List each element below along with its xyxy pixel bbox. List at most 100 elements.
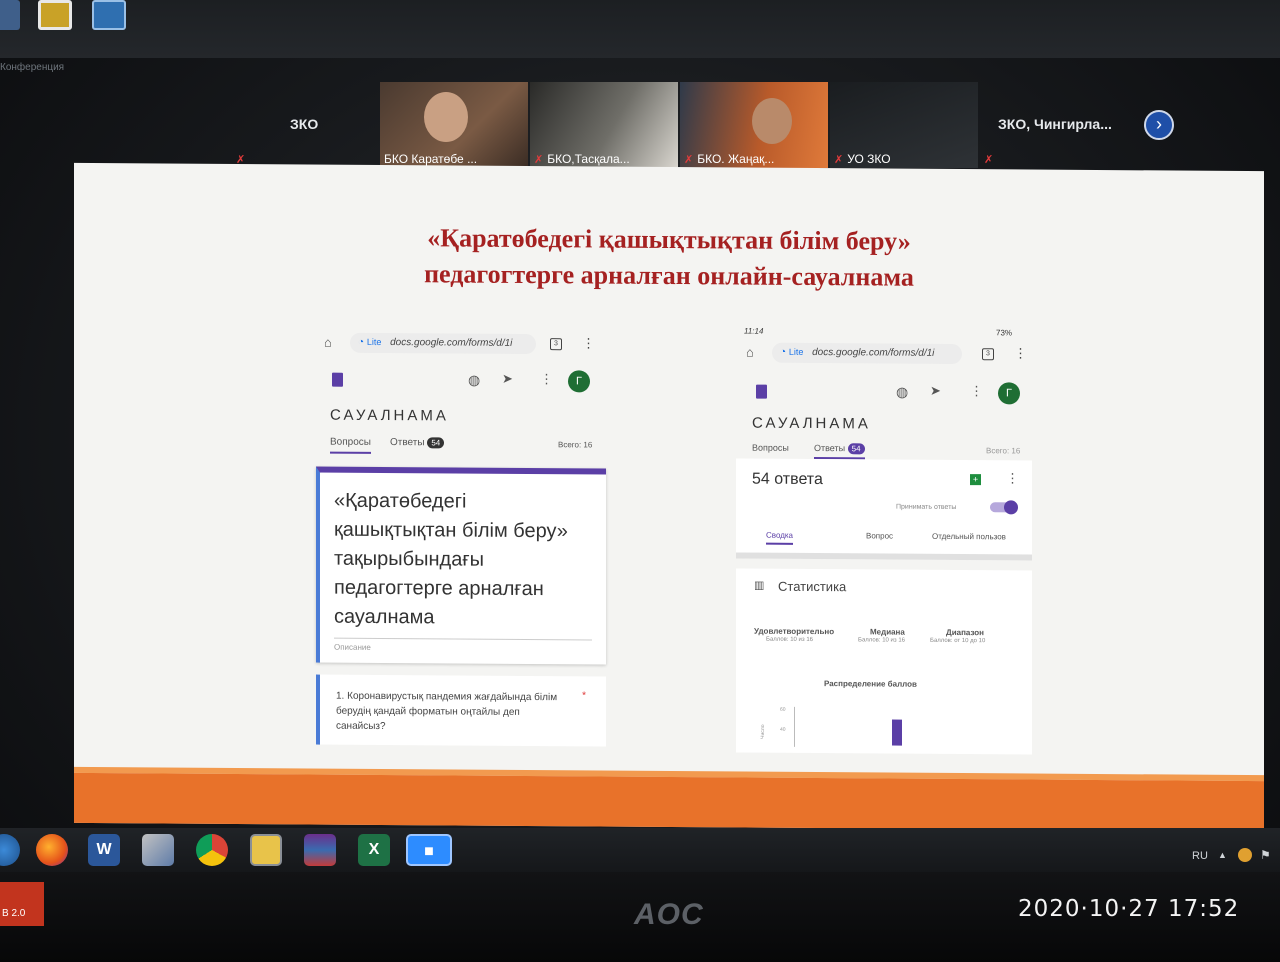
accept-responses-toggle[interactable] <box>990 500 1018 515</box>
stat-median-label: Медиана <box>870 627 905 637</box>
forms-icon <box>332 372 343 387</box>
chrome-icon[interactable] <box>196 834 228 866</box>
more-vert-icon[interactable]: ⋮ <box>1014 345 1027 361</box>
tray-expand-icon[interactable]: ▲ <box>1218 850 1227 860</box>
conference-window-label: Конференция <box>0 62 65 73</box>
palette-icon[interactable]: ◍ <box>468 372 480 389</box>
video-face <box>424 92 468 142</box>
mic-muted-icon: ✗ <box>834 154 844 166</box>
winrar-icon[interactable] <box>304 834 336 866</box>
answers-badge: 54 <box>427 437 445 449</box>
form-title: САУАЛНАМА <box>752 414 871 433</box>
chart-icon: ▥ <box>754 579 765 592</box>
participant-tile[interactable]: ✗ УО ЗКО <box>830 82 978 168</box>
axis-tick: 60 <box>780 706 786 713</box>
form-header-card[interactable]: «Қаратөбедегі қашықтықтан білім беру» та… <box>316 466 606 665</box>
status-time: 11:14 <box>744 326 764 336</box>
participant-tile[interactable]: ✗ БКО,Тасқала... <box>530 82 678 168</box>
lite-label: Lite <box>788 346 804 357</box>
tab-answers-label: Ответы <box>390 437 425 449</box>
subtab-question[interactable]: Вопрос <box>866 531 893 540</box>
distribution-title: Распределение баллов <box>824 679 917 689</box>
answers-badge: 54 <box>847 443 865 455</box>
send-icon[interactable]: ➤ <box>502 371 513 387</box>
tab-count-icon[interactable]: 3 <box>982 348 994 361</box>
excel-icon[interactable]: X <box>358 834 390 866</box>
participant-tile[interactable]: БКО Каратөбе ... <box>380 82 528 168</box>
responses-card: 54 ответа + ⋮ Принимать ответы Сводка Во… <box>736 458 1032 561</box>
tab-questions[interactable]: Вопросы <box>330 436 371 454</box>
desktop-top-strip <box>0 0 1280 58</box>
accept-responses-label: Принимать ответы <box>896 503 957 512</box>
tray-flag-icon[interactable]: ⚑ <box>1260 848 1271 862</box>
mic-muted-icon: ✗ <box>984 154 994 166</box>
form-title: САУАЛНАМА <box>330 406 449 425</box>
next-participants-button[interactable]: › <box>1144 110 1174 140</box>
forms-icon <box>756 384 767 399</box>
url-text: docs.google.com/forms/d/1i <box>390 337 513 349</box>
required-mark: * <box>582 690 586 702</box>
video-face <box>752 98 792 144</box>
shared-slide: «Қаратөбедегі қашықтықтан білім беру» пе… <box>74 162 1264 832</box>
participant-name: БКО Каратөбе ... <box>384 152 478 166</box>
subtab-individual[interactable]: Отдельный пользов <box>932 532 1006 542</box>
palette-icon[interactable]: ◍ <box>896 384 908 401</box>
chevron-right-icon: › <box>1156 114 1162 134</box>
tray-app-icon[interactable] <box>1238 848 1252 862</box>
sheets-icon[interactable]: + <box>970 474 981 486</box>
desktop-icon-2[interactable] <box>38 0 72 30</box>
participant-name: ЗКО, Чингирла... <box>998 116 1112 132</box>
more-vert-icon[interactable]: ⋮ <box>540 371 553 387</box>
more-vert-icon[interactable]: ⋮ <box>970 383 983 399</box>
file-explorer-icon[interactable] <box>250 834 282 866</box>
participant-tile[interactable]: ЗКО ✗ <box>210 82 378 168</box>
more-vert-icon[interactable]: ⋮ <box>1006 470 1019 486</box>
tab-questions[interactable]: Вопросы <box>752 443 789 453</box>
tab-answers[interactable]: Ответы 54 <box>390 437 445 449</box>
subtab-summary[interactable]: Сводка <box>766 530 794 545</box>
tab-answers[interactable]: Ответы 54 <box>814 443 865 460</box>
description-placeholder[interactable]: Описание <box>334 643 592 654</box>
question-text: 1. Коронавирустық пандемия жағдайында бі… <box>336 690 558 733</box>
participant-tile[interactable]: ✗ БКО. Жаңақ... <box>680 82 828 168</box>
avatar[interactable]: Г <box>998 382 1020 405</box>
tab-count-icon[interactable]: 3 <box>550 338 562 351</box>
participant-tile[interactable]: ЗКО, Чингирла... ✗ <box>980 82 1130 168</box>
address-bar[interactable]: ◔ Lite docs.google.com/forms/d/1i <box>772 342 962 365</box>
responses-count: 54 ответа <box>752 470 823 489</box>
address-bar[interactable]: ◔ Lite docs.google.com/forms/d/1i <box>350 332 536 355</box>
total-score: Всего: 16 <box>986 446 1021 456</box>
windows-start-icon[interactable] <box>0 834 20 866</box>
language-indicator[interactable]: RU <box>1192 850 1208 862</box>
stat-range-value: Баллов: от 10 до 10 <box>930 637 986 645</box>
chart-bar <box>892 719 902 746</box>
slide-title-line1: «Қаратөбедегі қашықтықтан білім беру» <box>427 223 911 256</box>
more-vert-icon[interactable]: ⋮ <box>582 335 595 351</box>
chart-y-axis <box>794 706 795 747</box>
statistics-title: Статистика <box>778 578 847 595</box>
lite-icon: ◔ <box>780 346 787 358</box>
participant-name: БКО,Тасқала... <box>547 152 630 166</box>
url-text: docs.google.com/forms/d/1i <box>812 346 935 359</box>
send-icon[interactable]: ➤ <box>930 383 941 399</box>
stat-satisfactory-value: Баллов: 10 из 16 <box>766 636 813 644</box>
photo-of-monitor: Конференция ЗКО ✗ БКО Каратөбе ... ✗ БКО,… <box>0 0 1280 962</box>
firefox-icon[interactable] <box>36 834 68 866</box>
zoom-icon[interactable]: ■ <box>406 834 452 866</box>
lite-label: Lite <box>366 336 382 347</box>
desktop-icon-1[interactable] <box>0 0 20 30</box>
home-icon[interactable]: ⌂ <box>324 335 332 350</box>
taskbar: W X ■ RU ▲ ⚑ <box>0 828 1280 872</box>
status-battery: 73% <box>996 328 1013 338</box>
paint-icon[interactable] <box>142 834 174 866</box>
mic-muted-icon: ✗ <box>534 154 544 166</box>
axis-label: Число <box>760 724 767 739</box>
monitor-brand-logo: AOC <box>634 898 704 931</box>
home-icon[interactable]: ⌂ <box>746 345 754 360</box>
word-icon[interactable]: W <box>88 834 120 866</box>
avatar[interactable]: Г <box>568 370 590 393</box>
desktop-icon-3[interactable] <box>92 0 126 30</box>
participant-name: ЗКО <box>290 116 319 132</box>
question-card[interactable]: 1. Коронавирустық пандемия жағдайында бі… <box>316 674 606 747</box>
participant-strip: ЗКО ✗ БКО Каратөбе ... ✗ БКО,Тасқала... ✗… <box>210 82 1210 168</box>
